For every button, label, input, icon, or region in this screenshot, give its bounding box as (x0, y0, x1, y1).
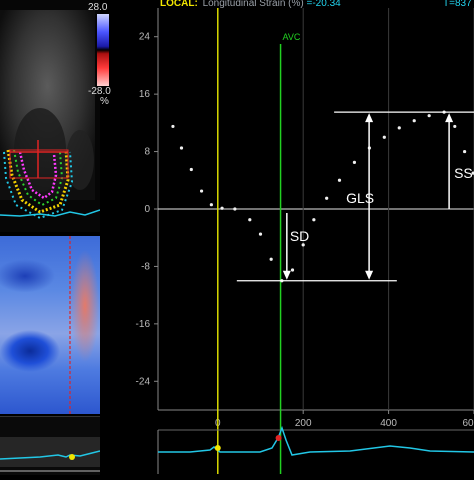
strain-point (233, 207, 237, 211)
strain-point (312, 218, 316, 222)
x-tick-label: 60 (462, 418, 474, 429)
y-tick-label: 8 (144, 147, 150, 158)
ecg-marker-red (275, 435, 282, 441)
apical-four-chamber-image (0, 0, 100, 232)
ss-label: SS (454, 165, 473, 181)
strain-point (189, 167, 193, 172)
strain-point (220, 206, 224, 210)
strain-point (453, 124, 457, 129)
strain-point (199, 189, 204, 193)
y-tick-label: -16 (136, 319, 151, 330)
arrowhead (365, 113, 374, 123)
y-tick-label: 16 (139, 89, 151, 100)
strain-curve-points (171, 110, 474, 283)
echo-image-panel (0, 0, 100, 232)
strain-point (325, 196, 329, 200)
strain-point (171, 124, 175, 129)
strain-point (179, 146, 184, 150)
ecg-trace (158, 425, 474, 456)
ecg-marker-yellow (214, 445, 221, 451)
arrowhead (365, 270, 374, 280)
y-tick-label: -8 (141, 261, 150, 272)
x-tick-label: 200 (295, 418, 312, 429)
color-scale-unit-label: % (100, 96, 109, 107)
strain-point (412, 119, 416, 123)
strain-point (258, 232, 263, 236)
strain-annotations: SD GLS SS (236, 111, 474, 282)
strain-point (337, 178, 342, 182)
strain-point (382, 135, 386, 139)
strain-colormap-panel (0, 236, 100, 414)
y-tick-labels: 24 16 8 0 -8 -16 -24 (136, 32, 151, 388)
strain-point (290, 268, 295, 272)
arrowhead (445, 113, 454, 123)
strain-point (463, 149, 467, 154)
strain-point (427, 114, 431, 118)
gls-label: GLS (346, 190, 374, 206)
sd-label: SD (290, 228, 309, 244)
x-tick-label: 400 (380, 418, 397, 429)
strain-curve-chart: 24 16 8 0 -8 -16 -24 0 200 400 60 AVC SD GLS SS (136, 8, 474, 474)
x-tick-labels: 020040060 (215, 418, 474, 429)
y-tick-label: 24 (139, 32, 151, 43)
ecg-strip (157, 425, 474, 474)
y-tick-label: 0 (144, 204, 150, 215)
strain-point (397, 126, 401, 130)
chart-grid (154, 8, 474, 414)
arrowhead (282, 270, 291, 280)
strain-point (209, 203, 213, 207)
y-tick-label: -24 (136, 376, 151, 387)
strain-point (269, 257, 273, 261)
avc-label: AVC (283, 32, 301, 42)
strain-point (248, 218, 252, 222)
strain-point (352, 160, 357, 164)
color-scale-max-label: 28.0 (88, 2, 108, 13)
ecg-thumbnail-panel (0, 416, 101, 475)
strain-color-scale-bar (97, 14, 109, 86)
